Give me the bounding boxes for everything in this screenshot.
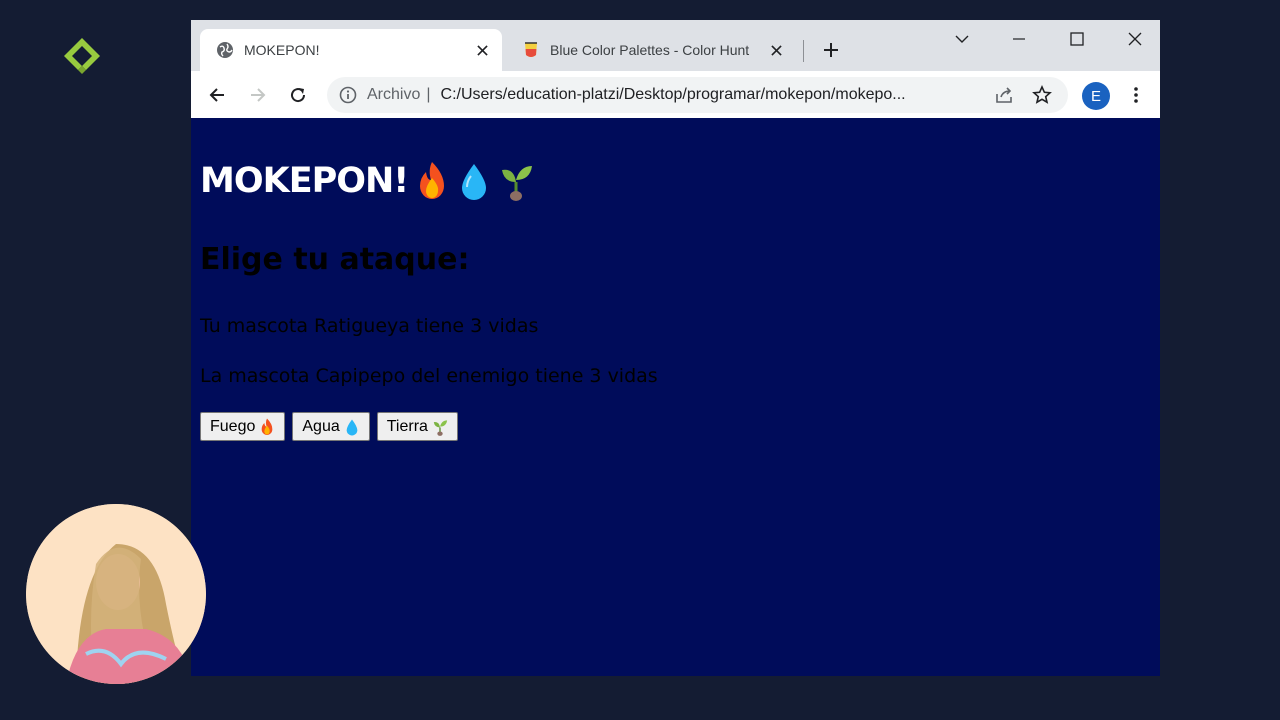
maximize-icon: [1070, 32, 1084, 46]
page-title-text: MOKEPON!: [200, 161, 409, 201]
presenter-webcam: [26, 504, 206, 684]
reload-button[interactable]: [285, 82, 311, 108]
browser-toolbar: Archivo | C:/Users/education-platzi/Desk…: [191, 71, 1160, 118]
droplet-emoji-icon: [456, 160, 492, 202]
fire-emoji-icon: [414, 160, 450, 202]
earth-attack-button[interactable]: Tierra: [376, 412, 458, 441]
minimize-button[interactable]: [1002, 26, 1036, 52]
seedling-emoji-icon: [432, 417, 448, 437]
attack-buttons: Fuego Agua Tierra: [200, 412, 458, 441]
arrow-right-icon: [251, 88, 266, 102]
enemy-lives-text: La mascota Capipepo del enemigo tiene 3 …: [200, 365, 658, 387]
attack-heading: Elige tu ataque:: [200, 242, 470, 277]
tab-divider: [803, 40, 804, 62]
info-icon[interactable]: [339, 86, 357, 104]
address-bar[interactable]: Archivo | C:/Users/education-platzi/Desk…: [327, 77, 1068, 113]
fire-attack-button[interactable]: Fuego: [200, 412, 286, 441]
browser-window: MOKEPON! Blue Color Palettes - Color Hun…: [191, 20, 1160, 676]
tab-title: MOKEPON!: [244, 42, 320, 58]
more-vert-icon: [1134, 87, 1138, 103]
tab-search-button[interactable]: [945, 26, 979, 52]
tab-mokepon[interactable]: MOKEPON!: [200, 29, 502, 71]
security-label: Archivo: [367, 86, 421, 103]
chevron-down-icon: [955, 35, 969, 43]
close-window-button[interactable]: [1118, 26, 1152, 52]
droplet-emoji-icon: [344, 417, 360, 437]
maximize-button[interactable]: [1060, 26, 1094, 52]
back-button[interactable]: [204, 82, 230, 108]
close-icon: [1128, 32, 1142, 46]
url-text[interactable]: C:/Users/education-platzi/Desktop/progra…: [441, 86, 992, 104]
new-tab-button[interactable]: [818, 37, 844, 63]
menu-button[interactable]: [1123, 82, 1149, 108]
forward-button[interactable]: [245, 82, 271, 108]
globe-icon: [216, 41, 234, 59]
tab-strip: MOKEPON! Blue Color Palettes - Color Hun…: [191, 20, 1160, 71]
player-lives-text: Tu mascota Ratigueya tiene 3 vidas: [200, 315, 539, 337]
page-title: MOKEPON!: [200, 160, 534, 202]
button-label: Fuego: [210, 417, 256, 435]
profile-avatar[interactable]: E: [1082, 82, 1110, 110]
water-attack-button[interactable]: Agua: [292, 412, 370, 441]
fire-emoji-icon: [259, 417, 275, 437]
page-content: MOKEPON! Elige tu ataque: Tu mascota Rat…: [191, 118, 1160, 676]
close-icon[interactable]: [470, 38, 494, 62]
color-hunt-icon: [522, 41, 540, 59]
close-icon[interactable]: [764, 38, 788, 62]
platzi-logo-icon: [64, 38, 100, 74]
arrow-left-icon: [209, 88, 224, 102]
tab-title: Blue Color Palettes - Color Hunt: [550, 42, 750, 58]
share-icon[interactable]: [992, 83, 1016, 107]
seedling-emoji-icon: [498, 160, 534, 202]
button-label: Agua: [302, 417, 340, 435]
address-separator: |: [426, 86, 431, 103]
plus-icon: [824, 43, 838, 57]
star-icon[interactable]: [1030, 83, 1054, 107]
reload-icon: [291, 88, 306, 103]
button-label: Tierra: [386, 417, 428, 435]
tab-color-hunt[interactable]: Blue Color Palettes - Color Hunt: [506, 29, 796, 71]
minimize-icon: [1013, 38, 1025, 40]
